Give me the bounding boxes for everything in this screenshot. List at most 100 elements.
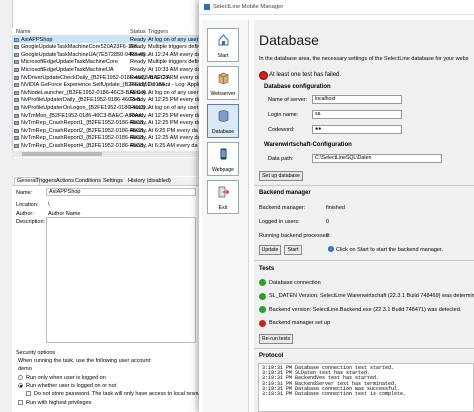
table-row[interactable]: NvTmMon_{B2FE1952-0186-46C3-BAEC-A80AA..…: [12, 112, 200, 119]
column-status[interactable]: Status: [130, 29, 146, 35]
backend-manager-label: Backend manager:: [259, 205, 306, 211]
run-when-logged-on-radio[interactable]: [18, 375, 23, 380]
backend-processes-label: Running backend processes:: [259, 233, 330, 239]
highest-privileges-checkbox[interactable]: [18, 400, 23, 405]
data-path-label: Data path:: [268, 156, 294, 162]
data-path-field[interactable]: C:\SelectLineSQL\Daten: [312, 154, 442, 163]
table-row[interactable]: GoogleUpdateTaskMachineUA(7E572850-9403-…: [12, 51, 200, 58]
task-name-field[interactable]: AxiAPPShop: [46, 188, 196, 196]
table-row[interactable]: NvNodeLauncher_{B2FE1952-0186-46C3-BAEC-…: [12, 89, 200, 96]
server-field[interactable]: localhost: [312, 95, 402, 104]
task-status: Ready: [130, 104, 146, 111]
start-button[interactable]: Start: [284, 245, 302, 255]
logged-users-value: 0: [326, 219, 330, 225]
nav-start-button[interactable]: Start: [207, 28, 239, 62]
table-row[interactable]: NVIDIA GeForce Experience SelfUpdate_{B2…: [12, 82, 200, 89]
column-name[interactable]: Name: [16, 29, 31, 35]
phone-icon: [220, 148, 227, 160]
table-row[interactable]: NvDriverUpdateCheckDaily_{B2FE1952-0186-…: [12, 74, 200, 81]
login-field[interactable]: sa: [312, 110, 402, 119]
scrollbar-thumb[interactable]: [22, 152, 102, 156]
nav-database-button[interactable]: Database: [207, 104, 239, 138]
backend-manager-value: finished: [326, 205, 345, 211]
selectline-window: SelectLine Mobile Manager Start Webserve…: [199, 0, 474, 412]
test-ok-icon: [259, 306, 266, 313]
tab-actions[interactable]: Actions: [56, 178, 74, 184]
task-name: AxiAPPShop: [21, 36, 53, 43]
table-row[interactable]: MicrosoftEdgeUpdateTaskMachineCore Ready M…: [12, 59, 200, 66]
nav-webserver-button[interactable]: Webserver: [207, 66, 239, 100]
test-result-text: SL_DATEN Version: SelectLine Warenwirtsc…: [269, 293, 474, 299]
task-name: NvProfileUpdaterDaily_{B2FE1952-0186-46C…: [21, 97, 146, 104]
description-label: Description:: [16, 219, 46, 225]
task-icon: [14, 45, 19, 50]
task-icon: [14, 60, 19, 65]
task-icon: [14, 136, 19, 141]
navigation-sidebar: Start Webserver Database Webpage Exit: [202, 20, 249, 412]
task-list-header: Name Status Triggers: [12, 28, 200, 36]
task-icon: [14, 98, 19, 103]
exit-icon: [218, 186, 229, 198]
table-row[interactable]: NvProfileUpdaterOnLogon_{B2FE1952-0186-4…: [12, 104, 200, 111]
protocol-heading: Protocol: [259, 353, 284, 359]
nav-database-label: Database: [211, 129, 235, 135]
do-not-store-password-label: Do not store password. The task will onl…: [34, 391, 211, 397]
nav-webpage-button[interactable]: Webpage: [207, 142, 239, 176]
table-row[interactable]: AxiAPPShop Ready At log on of any user: [12, 36, 200, 44]
table-row[interactable]: MicrosoftEdgeUpdateTaskMachineUA Ready At …: [12, 66, 200, 73]
run-whether-logged-on-label: Run whether user is logged on or not: [26, 383, 117, 389]
task-icon: [14, 121, 19, 126]
rerun-tests-button[interactable]: Re-run tests: [259, 334, 293, 344]
task-icon: [14, 113, 19, 118]
task-status: Ready: [130, 89, 146, 96]
highest-privileges-label: Run with highest privileges: [26, 400, 92, 406]
backend-heading: Backend manager: [259, 190, 311, 196]
table-row[interactable]: NvProfileUpdaterDaily_{B2FE1952-0186-46C…: [12, 97, 200, 104]
task-trigger: Multiple triggers define: [148, 59, 200, 66]
task-trigger: At 12:25 PM every da: [148, 97, 200, 104]
description-field[interactable]: [46, 217, 196, 343]
tab-history[interactable]: History (disabled): [128, 178, 171, 184]
task-icon: [14, 37, 19, 42]
table-row[interactable]: NvTmRep_CrashReport3_{B2FE1952-0186-46C3…: [12, 135, 200, 142]
horizontal-scrollbar[interactable]: [12, 151, 200, 157]
task-status: Ready: [130, 44, 146, 51]
tab-conditions[interactable]: Conditions: [75, 178, 101, 184]
divider: [254, 260, 474, 261]
table-row[interactable]: NvTmRep_CrashReport1_{B2FE1952-0186-46C3…: [12, 120, 200, 127]
codeword-field[interactable]: ●●: [312, 125, 402, 134]
task-status: Ready: [130, 82, 146, 89]
setup-database-button[interactable]: Set up database: [259, 171, 303, 181]
name-label: Name:: [16, 190, 33, 196]
update-button[interactable]: Update: [259, 245, 281, 255]
task-status: Ready: [130, 74, 146, 81]
nav-exit-button[interactable]: Exit: [207, 180, 239, 214]
protocol-log: 3:19:31 PM Database connection test star…: [258, 363, 474, 412]
table-row[interactable]: NvTmRep_CrashReport4_{B2FE1952-0186-46C3…: [12, 142, 200, 149]
database-icon: [218, 110, 229, 122]
task-trigger: At 12:25 AM every da: [148, 135, 200, 142]
task-name: NvTmRep_CrashReport4_{B2FE1952-0186-46C3…: [21, 142, 148, 149]
run-whether-logged-on-radio[interactable]: [18, 383, 23, 388]
nav-webserver-label: Webserver: [210, 91, 236, 97]
table-row[interactable]: GoogleUpdateTaskMachineCore520A23F6-158.…: [12, 44, 200, 51]
run-as-label: When running the task, use the following…: [18, 358, 152, 364]
task-icon: [14, 105, 19, 110]
info-icon: i: [328, 246, 334, 252]
task-status: Ready: [130, 59, 146, 66]
column-triggers[interactable]: Triggers: [148, 29, 168, 35]
table-row[interactable]: NvTmRep_CrashReport2_{B2FE1952-0186-46C3…: [12, 127, 200, 134]
server-label: Name of server:: [268, 97, 308, 103]
author-label: Author:: [16, 211, 34, 217]
task-status: Ready: [130, 36, 146, 43]
task-status: Ready: [130, 135, 146, 142]
window-title: SelectLine Mobile Manager: [213, 3, 284, 10]
task-icon: [14, 143, 19, 148]
tab-triggers[interactable]: Triggers: [36, 178, 56, 184]
do-not-store-password-checkbox[interactable]: [26, 391, 31, 396]
page-intro: In the database area, the necessary sett…: [259, 56, 469, 62]
tab-settings[interactable]: Settings: [103, 178, 123, 184]
backend-processes-value: 0: [326, 233, 330, 239]
logged-users-label: Logged in users:: [259, 219, 300, 225]
protocol-line: 3:19:31 PM Database connection test is c…: [262, 391, 407, 398]
